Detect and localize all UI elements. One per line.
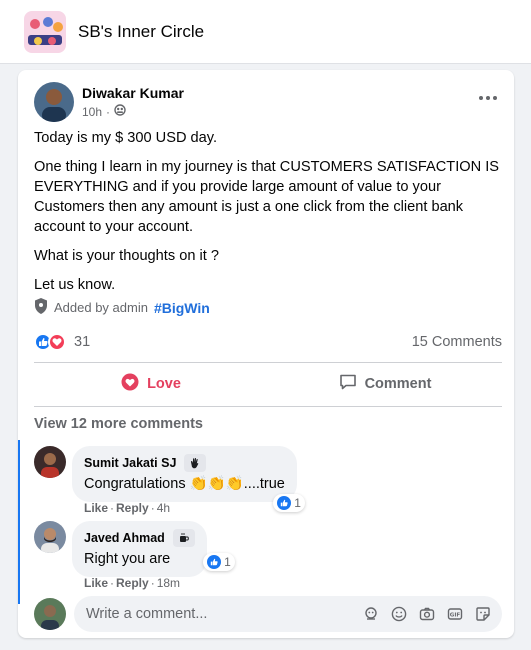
separator-dot: · (110, 576, 115, 590)
commenter-name-row: Sumit Jakati SJ (84, 454, 285, 472)
comment-reply-link[interactable]: Reply (116, 576, 149, 590)
comment-like-count[interactable]: 1 (273, 494, 305, 512)
comment-label: Comment (364, 376, 432, 392)
comment-bubble: Sumit Jakati SJ Congratulations 👏👏👏....t… (72, 446, 305, 512)
love-reaction-icon (48, 333, 66, 351)
commenter-name[interactable]: Javed Ahmad (84, 530, 165, 546)
post-meta: 10h · (82, 104, 184, 120)
comment-like-number: 1 (294, 496, 301, 510)
comment-time[interactable]: 4h (157, 501, 170, 515)
post-actions: Love Comment (34, 366, 502, 402)
gif-icon[interactable]: GIF (446, 605, 464, 623)
comment-like-number: 1 (224, 555, 231, 569)
love-label: Love (147, 376, 181, 392)
shield-icon (34, 298, 48, 317)
composer-icons: GIF (362, 605, 492, 623)
comment-text: Congratulations 👏👏👏....true (84, 474, 285, 494)
comment-count-link[interactable]: 15 Comments (412, 334, 502, 350)
separator-dot: · (106, 105, 111, 119)
comment-icon (339, 373, 357, 395)
reaction-icons (34, 333, 66, 351)
sticker-icon[interactable] (474, 605, 492, 623)
group-name[interactable]: SB's Inner Circle (78, 22, 204, 42)
post-paragraph: Today is my $ 300 USD day. (34, 130, 218, 146)
commenter-name-row: Javed Ahmad (84, 529, 195, 547)
commenter-avatar[interactable] (34, 521, 66, 553)
comment-actions: Like · Reply · 18m (84, 576, 180, 590)
like-reaction-icon (207, 555, 222, 569)
comment-like-link[interactable]: Like (84, 576, 108, 590)
post-time[interactable]: 10h (82, 104, 102, 120)
wave-badge-icon (184, 454, 207, 472)
comment-text-prefix: Congratulations (84, 476, 190, 492)
post-paragraph: Let us know. (34, 277, 116, 293)
author-avatar[interactable] (34, 82, 74, 122)
group-audience-icon (114, 104, 126, 120)
comment-reply-link[interactable]: Reply (116, 501, 149, 515)
separator-dot: · (150, 576, 155, 590)
post-body: Today is my $ 300 USD day. One thing I l… (34, 128, 502, 304)
divider (34, 362, 502, 363)
author-name[interactable]: Diwakar Kumar (82, 84, 184, 102)
separator-dot: · (150, 501, 155, 515)
coffee-cup-badge-icon (172, 529, 195, 547)
comment-like-link[interactable]: Like (84, 501, 108, 515)
comment-item: Sumit Jakati SJ Congratulations 👏👏👏....t… (34, 446, 305, 512)
comment-input-box[interactable]: GIF (74, 596, 502, 632)
post-paragraph: What is your thoughts on it ? (34, 248, 219, 264)
post-card: Diwakar Kumar 10h · Today is my $ 300 US… (18, 70, 514, 638)
added-by-admin-label: Added by admin (54, 300, 148, 315)
admin-topic-row: Added by admin #BigWin (34, 298, 210, 317)
avatar-sticker-icon[interactable] (362, 605, 380, 623)
post-paragraph: One thing I learn in my journey is that … (34, 159, 499, 235)
commenter-name[interactable]: Sumit Jakati SJ (84, 455, 176, 471)
separator-dot: · (110, 501, 115, 515)
current-user-avatar[interactable] (34, 598, 66, 630)
group-thumbnail[interactable] (24, 10, 66, 53)
commenter-avatar[interactable] (34, 446, 66, 478)
camera-icon[interactable] (418, 605, 436, 623)
love-icon (121, 373, 139, 395)
comment-time[interactable]: 18m (157, 576, 180, 590)
reactions-summary: 31 15 Comments (34, 330, 502, 354)
divider (34, 406, 502, 407)
comment-actions: Like · Reply · 4h (84, 501, 170, 515)
comment-text-suffix: ....true (243, 476, 285, 492)
post-author-row: Diwakar Kumar 10h · (34, 82, 184, 122)
view-more-comments-link[interactable]: View 12 more comments (34, 416, 203, 432)
comment-composer: GIF (34, 596, 502, 632)
clapping-emoji: 👏👏👏 (189, 476, 244, 492)
comment-input[interactable] (86, 606, 362, 622)
more-options-icon[interactable] (472, 86, 504, 110)
comment-item: Javed Ahmad Right you are 1 (34, 521, 235, 577)
comment-like-count[interactable]: 1 (203, 553, 235, 571)
emoji-icon[interactable] (390, 605, 408, 623)
svg-text:GIF: GIF (450, 612, 461, 618)
reaction-count: 31 (74, 334, 91, 350)
reactions-left[interactable]: 31 (34, 333, 90, 351)
love-button[interactable]: Love (34, 366, 268, 402)
like-reaction-icon (277, 496, 292, 510)
comment-text: Right you are (84, 551, 171, 567)
comment-bubble: Javed Ahmad Right you are 1 (72, 521, 235, 577)
hashtag-link[interactable]: #BigWin (154, 300, 210, 316)
comment-thread-indicator (18, 440, 20, 604)
comment-button[interactable]: Comment (268, 366, 502, 402)
group-header: SB's Inner Circle (0, 0, 531, 64)
